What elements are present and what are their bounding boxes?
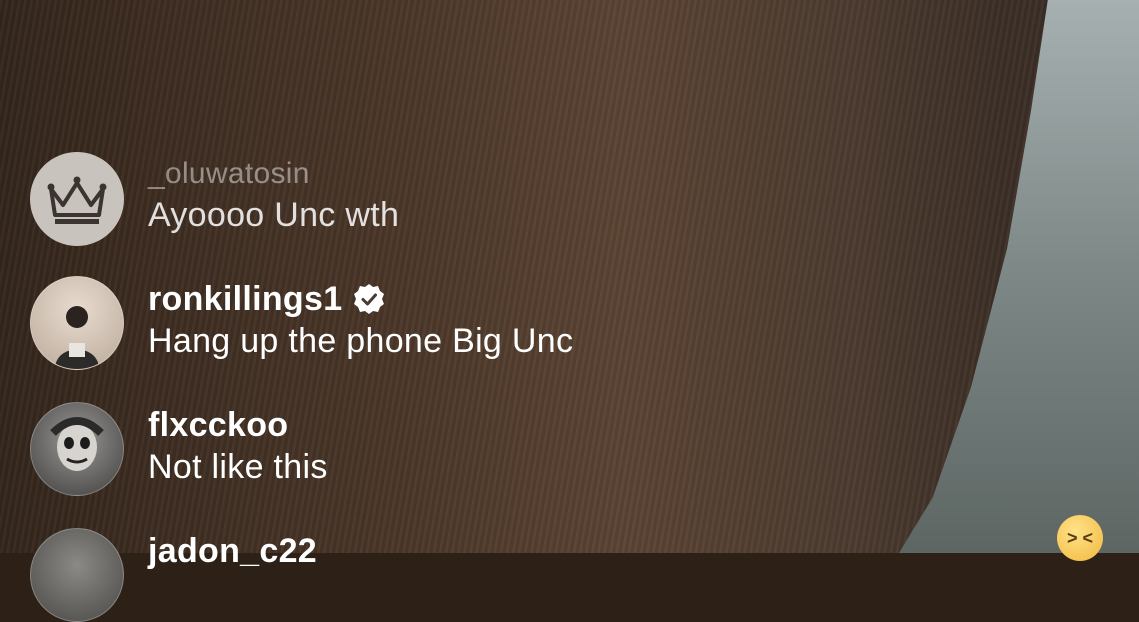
comment-username[interactable]: _oluwatosin [148,154,399,194]
comment-item: _oluwatosin Ayoooo Unc wth [30,152,399,246]
comment-username[interactable]: jadon_c22 [148,530,317,572]
crown-icon [31,153,123,245]
comment-username[interactable]: flxcckoo [148,404,328,446]
comment-item: ronkillings1 Hang up the phone Big Unc [30,276,573,370]
comment-message: Ayoooo Unc wth [148,196,400,234]
comment-item: flxcckoo Not like this [30,402,328,496]
comment-username[interactable]: ronkillings1 [148,278,573,320]
user-photo [50,417,104,471]
avatar[interactable] [30,276,124,370]
laughing-emoji-icon[interactable]: > < [1057,515,1103,561]
avatar[interactable] [30,528,124,622]
comment-message: Hang up the phone Big Unc [148,322,574,360]
avatar[interactable] [30,402,124,496]
comment-username-text[interactable]: ronkillings1 [148,278,342,320]
live-comments-feed: _oluwatosin Ayoooo Unc wth ronkillings1 [0,0,1139,622]
avatar[interactable] [30,152,124,246]
user-photo [55,306,99,369]
verified-badge-icon [352,282,386,316]
comment-message: Not like this [148,448,328,486]
comment-item: jadon_c22 [30,528,317,622]
